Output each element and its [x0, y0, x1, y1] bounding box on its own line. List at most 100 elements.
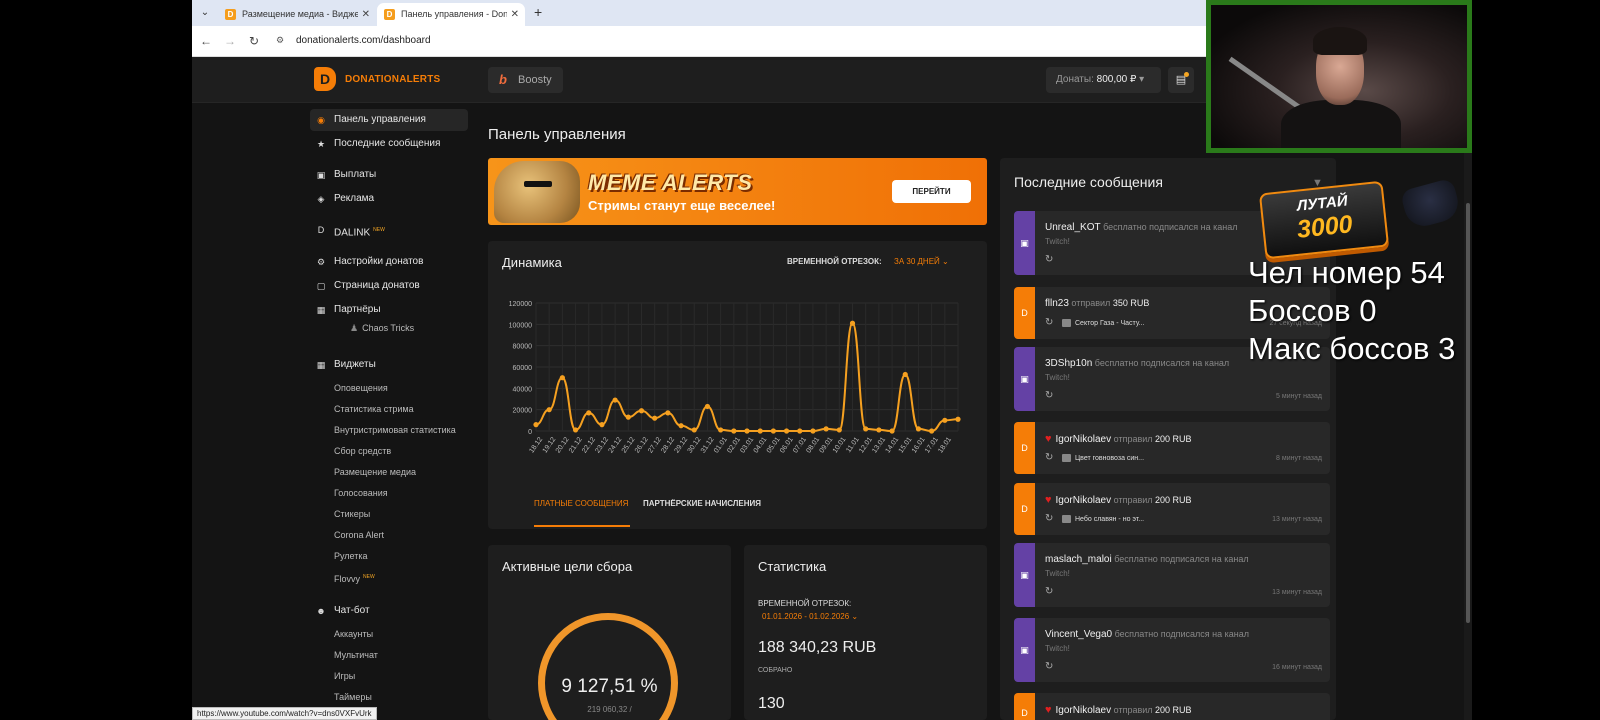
- message-action: бесплатно подписался на канал: [1114, 554, 1249, 564]
- logo-icon[interactable]: D: [314, 67, 336, 91]
- sidebar-item-messages[interactable]: ★ Последние сообщения: [310, 133, 468, 155]
- sidebar-sub-roulette[interactable]: Рулетка: [334, 549, 368, 563]
- sidebar-sub-multichat[interactable]: Мультичат: [334, 648, 378, 662]
- data-point[interactable]: [546, 407, 552, 413]
- new-tab-button[interactable]: +: [534, 4, 542, 20]
- data-point[interactable]: [665, 410, 671, 416]
- replay-icon[interactable]: ↻: [1045, 453, 1055, 463]
- sidebar-item-donate-settings[interactable]: ⚙ Настройки донатов: [310, 251, 468, 273]
- address-bar[interactable]: donationalerts.com/dashboard: [296, 35, 431, 46]
- period-dropdown[interactable]: ЗА 30 ДНЕЙ ⌄: [894, 257, 949, 266]
- data-point[interactable]: [704, 403, 711, 410]
- reload-icon[interactable]: ↻: [246, 33, 262, 49]
- data-point[interactable]: [863, 426, 869, 432]
- sidebar-item-payouts[interactable]: ▣ Выплаты: [310, 164, 468, 186]
- data-point[interactable]: [744, 428, 750, 434]
- message-item[interactable]: ▣ Vincent_Vega0 бесплатно подписался на к…: [1014, 618, 1330, 682]
- site-settings-icon[interactable]: ⚙: [276, 35, 288, 47]
- sidebar-sub-corona-alert[interactable]: Corona Alert: [334, 528, 384, 542]
- data-point[interactable]: [691, 427, 697, 433]
- sidebar-sub-polls[interactable]: Голосования: [334, 486, 388, 500]
- data-point[interactable]: [783, 428, 790, 434]
- data-point[interactable]: [559, 375, 565, 381]
- data-point[interactable]: [625, 414, 631, 420]
- sidebar-sub-stickers[interactable]: Стикеры: [334, 507, 370, 521]
- sidebar-sub-chaos-tricks[interactable]: ♟ Chaos Tricks: [350, 321, 414, 335]
- notifications-button[interactable]: ▤: [1168, 67, 1194, 93]
- data-point[interactable]: [586, 410, 592, 416]
- replay-icon[interactable]: ↻: [1045, 514, 1055, 524]
- scrollbar-thumb[interactable]: [1466, 203, 1470, 623]
- sidebar-sub-flovvy[interactable]: Flovvy NEW: [334, 570, 375, 586]
- message-item[interactable]: ▣ maslach_maloi бесплатно подписался на к…: [1014, 543, 1330, 607]
- data-point[interactable]: [915, 426, 922, 432]
- forward-icon[interactable]: →: [222, 33, 238, 49]
- replay-icon[interactable]: ↻: [1045, 318, 1055, 328]
- sidebar-item-ads[interactable]: ◈ Реклама: [310, 188, 468, 210]
- sidebar-sub-media[interactable]: Размещение медиа: [334, 465, 416, 479]
- close-icon[interactable]: ✕: [362, 3, 370, 26]
- tab-dashboard[interactable]: D Панель управления - DonationAlerts ✕: [377, 3, 525, 26]
- sidebar-item-dashboard[interactable]: ◉ Панель управления: [310, 109, 468, 131]
- data-point[interactable]: [849, 320, 856, 326]
- tab-paid-messages[interactable]: ПЛАТНЫЕ СООБЩЕНИЯ: [534, 499, 628, 508]
- data-point[interactable]: [889, 428, 895, 434]
- heart-icon: ♥: [1045, 433, 1052, 445]
- tab-partner-earnings[interactable]: ПАРТНЁРСКИЕ НАЧИСЛЕНИЯ: [643, 499, 761, 508]
- data-point[interactable]: [652, 415, 658, 421]
- meme-alerts-banner[interactable]: MEME ALERTS Стримы станут еще веселее! П…: [488, 158, 987, 225]
- sidebar-sub-instream-stats[interactable]: Внутристримовая статистика: [334, 423, 456, 437]
- sidebar-item-dalink[interactable]: D DALINK NEW: [310, 219, 468, 241]
- data-point[interactable]: [599, 422, 605, 428]
- back-icon[interactable]: ←: [198, 33, 214, 49]
- tab-media-widgets[interactable]: D Размещение медиа - Виджеты ✕: [218, 3, 376, 26]
- data-point[interactable]: [757, 428, 763, 434]
- data-point[interactable]: [810, 428, 816, 434]
- sidebar-item-widgets[interactable]: ▦ Виджеты: [310, 354, 468, 376]
- data-point[interactable]: [955, 416, 961, 422]
- replay-icon[interactable]: ↻: [1045, 391, 1055, 401]
- data-point[interactable]: [678, 423, 684, 429]
- sidebar-sub-alerts[interactable]: Оповещения: [334, 381, 388, 395]
- data-point[interactable]: [823, 426, 829, 432]
- data-point[interactable]: [797, 428, 803, 434]
- sidebar-sub-fundraising[interactable]: Сбор средств: [334, 444, 391, 458]
- data-point[interactable]: [731, 428, 737, 434]
- data-point[interactable]: [876, 427, 882, 433]
- data-point[interactable]: [533, 422, 539, 428]
- y-tick-label: 40000: [513, 386, 533, 393]
- data-point[interactable]: [572, 427, 579, 433]
- data-point[interactable]: [770, 428, 776, 434]
- tab-search-icon[interactable]: ⌄: [197, 5, 213, 21]
- data-point[interactable]: [638, 408, 645, 414]
- sidebar-item-donate-page[interactable]: ▢ Страница донатов: [310, 275, 468, 297]
- data-point[interactable]: [836, 427, 842, 433]
- sidebar-item-chatbot[interactable]: ☻ Чат-бот: [310, 600, 468, 622]
- sidebar-sub-stream-stats[interactable]: Статистика стрима: [334, 402, 414, 416]
- sidebar-item-partners[interactable]: ▦ Партнёры: [310, 299, 468, 321]
- stats-period-dropdown[interactable]: 01.01.2026 - 01.02.2026 ⌄: [762, 612, 858, 621]
- heart-icon: ♥: [1045, 494, 1052, 506]
- sidebar-sub-games[interactable]: Игры: [334, 669, 355, 683]
- data-point[interactable]: [929, 428, 935, 434]
- message-item[interactable]: D ♥ IgorNikolaev отправил 200 RUB ↻ Небо сла…: [1014, 483, 1330, 535]
- replay-icon[interactable]: ↻: [1045, 662, 1055, 672]
- data-point[interactable]: [612, 397, 618, 403]
- sidebar: ◉ Панель управления ★ Последние сообщения …: [310, 109, 470, 720]
- replay-icon[interactable]: ↻: [1045, 255, 1055, 265]
- sidebar-sub-timers[interactable]: Таймеры: [334, 690, 372, 704]
- unread-dot: [1184, 72, 1189, 77]
- close-icon[interactable]: ✕: [511, 3, 519, 26]
- replay-icon[interactable]: ↻: [1045, 587, 1055, 597]
- donates-dropdown[interactable]: Донаты: 800,00 ₽ ▾: [1046, 67, 1161, 93]
- logo-text[interactable]: DONATIONALERTS: [345, 74, 440, 85]
- page-scrollbar[interactable]: [1464, 103, 1472, 720]
- banner-go-button[interactable]: ПЕРЕЙТИ: [892, 180, 971, 203]
- message-item[interactable]: D♥IgorNikolaev отправил 200 RUB↻: [1014, 693, 1330, 720]
- boosty-button[interactable]: b Boosty: [488, 67, 563, 93]
- data-point[interactable]: [942, 417, 948, 423]
- message-item[interactable]: D ♥ IgorNikolaev отправил 200 RUB ↻ Цвет гов…: [1014, 422, 1330, 474]
- data-point[interactable]: [902, 371, 908, 378]
- sidebar-sub-accounts[interactable]: Аккаунты: [334, 627, 373, 641]
- data-point[interactable]: [718, 427, 724, 433]
